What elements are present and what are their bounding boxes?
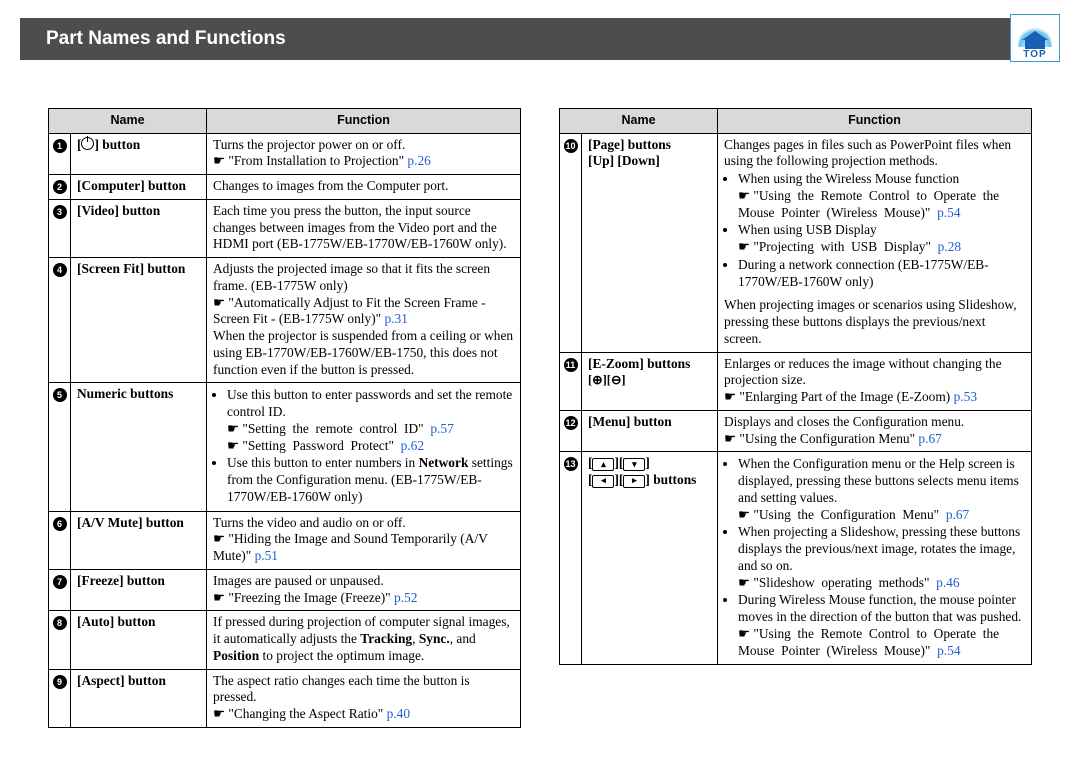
row-marker: 1	[49, 133, 71, 175]
col-header-name: Name	[49, 109, 207, 134]
row-name: [Freeze] button	[71, 569, 207, 611]
row-function: Turns the projector power on or off.☛ "F…	[207, 133, 521, 175]
row-marker: 3	[49, 199, 71, 257]
row-name: Numeric buttons	[71, 383, 207, 511]
row-function: Displays and closes the Configuration me…	[718, 410, 1032, 452]
col-header-function: Function	[207, 109, 521, 134]
col-header-name: Name	[560, 109, 718, 134]
row-marker: 7	[49, 569, 71, 611]
table-row: 9[Aspect] buttonThe aspect ratio changes…	[49, 669, 521, 727]
table-row: 5Numeric buttonsUse this button to enter…	[49, 383, 521, 511]
table-row: 4[Screen Fit] buttonAdjusts the projecte…	[49, 258, 521, 383]
row-name: [Page] buttons[Up] [Down]	[582, 133, 718, 352]
row-marker: 6	[49, 511, 71, 569]
functions-table-right: Name Function 10[Page] buttons[Up] [Down…	[559, 108, 1032, 665]
row-function: Changes pages in files such as PowerPoin…	[718, 133, 1032, 352]
row-function: Turns the video and audio on or off.☛ "H…	[207, 511, 521, 569]
table-row: 2[Computer] buttonChanges to images from…	[49, 175, 521, 200]
row-marker: 8	[49, 611, 71, 669]
row-name: [Menu] button	[582, 410, 718, 452]
row-name: [Video] button	[71, 199, 207, 257]
right-column: Name Function 10[Page] buttons[Up] [Down…	[559, 108, 1032, 728]
table-row: 12[Menu] buttonDisplays and closes the C…	[560, 410, 1032, 452]
document-page: Part Names and Functions 15 TOP Name Fun…	[0, 0, 1080, 763]
table-row: 11[E-Zoom] buttons[⊕][⊖]Enlarges or redu…	[560, 352, 1032, 410]
row-name: [] button	[71, 133, 207, 175]
left-column: Name Function 1[] buttonTurns the projec…	[48, 108, 521, 728]
table-row: 1[] buttonTurns the projector power on o…	[49, 133, 521, 175]
functions-table-left: Name Function 1[] buttonTurns the projec…	[48, 108, 521, 728]
row-function: Enlarges or reduces the image without ch…	[718, 352, 1032, 410]
row-function: Changes to images from the Computer port…	[207, 175, 521, 200]
row-name: [A/V Mute] button	[71, 511, 207, 569]
row-name: [Auto] button	[71, 611, 207, 669]
table-row: 13[▴][▾][◂][▸] buttonsWhen the Configura…	[560, 452, 1032, 665]
row-marker: 4	[49, 258, 71, 383]
row-marker: 2	[49, 175, 71, 200]
row-function: Images are paused or unpaused.☛ "Freezin…	[207, 569, 521, 611]
row-function: Use this button to enter passwords and s…	[207, 383, 521, 511]
row-name: [▴][▾][◂][▸] buttons	[582, 452, 718, 665]
row-name: [Screen Fit] button	[71, 258, 207, 383]
content-columns: Name Function 1[] buttonTurns the projec…	[48, 108, 1032, 728]
page-header: Part Names and Functions 15	[20, 18, 1060, 60]
row-name: [Computer] button	[71, 175, 207, 200]
row-marker: 5	[49, 383, 71, 511]
row-function: Each time you press the button, the inpu…	[207, 199, 521, 257]
row-function: When the Configuration menu or the Help …	[718, 452, 1032, 665]
top-label: TOP	[1023, 49, 1046, 62]
table-row: 6[A/V Mute] buttonTurns the video and au…	[49, 511, 521, 569]
row-marker: 13	[560, 452, 582, 665]
table-row: 7[Freeze] buttonImages are paused or unp…	[49, 569, 521, 611]
row-marker: 9	[49, 669, 71, 727]
row-marker: 11	[560, 352, 582, 410]
row-marker: 10	[560, 133, 582, 352]
table-row: 3[Video] buttonEach time you press the b…	[49, 199, 521, 257]
col-header-function: Function	[718, 109, 1032, 134]
page-title: Part Names and Functions	[20, 27, 286, 51]
table-row: 10[Page] buttons[Up] [Down]Changes pages…	[560, 133, 1032, 352]
row-name: [E-Zoom] buttons[⊕][⊖]	[582, 352, 718, 410]
table-row: 8[Auto] buttonIf pressed during projecti…	[49, 611, 521, 669]
row-function: Adjusts the projected image so that it f…	[207, 258, 521, 383]
row-function: If pressed during projection of computer…	[207, 611, 521, 669]
top-nav-icon[interactable]: TOP	[1010, 14, 1060, 62]
row-name: [Aspect] button	[71, 669, 207, 727]
home-icon	[1025, 39, 1045, 49]
row-function: The aspect ratio changes each time the b…	[207, 669, 521, 727]
row-marker: 12	[560, 410, 582, 452]
